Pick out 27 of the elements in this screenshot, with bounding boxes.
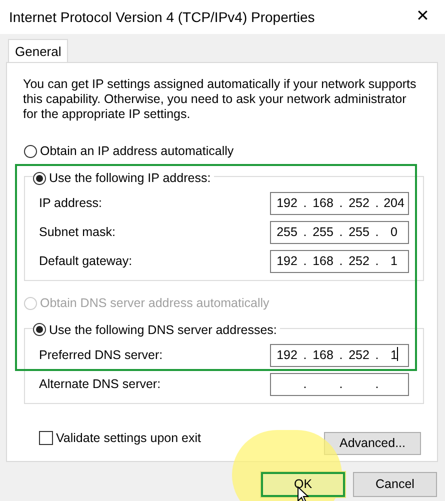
- radio-button[interactable]: [24, 144, 37, 158]
- field-label: Alternate DNS server:: [39, 376, 161, 393]
- mouse-pointer-icon: [297, 486, 309, 501]
- dialog-button[interactable]: OK: [261, 472, 345, 497]
- dialog-button[interactable]: Cancel: [353, 472, 437, 497]
- radio-label: Obtain DNS server address automatically: [40, 294, 270, 312]
- radio-label: Use the following IP address:: [49, 170, 211, 187]
- tab[interactable]: General: [8, 39, 68, 64]
- checkbox[interactable]: [39, 431, 53, 445]
- radio-button[interactable]: [33, 323, 46, 336]
- field-label: Default gateway:: [39, 252, 132, 270]
- radio-label: Obtain an IP address automatically: [40, 143, 234, 160]
- ip-address-field[interactable]: 192 . 168 . 252 . 204: [270, 192, 409, 215]
- field-label: Subnet mask:: [39, 224, 116, 241]
- ip-address-field[interactable]: 192 . 168 . 252 . 1: [270, 250, 409, 273]
- field-label: Preferred DNS server:: [39, 346, 163, 364]
- radio-label: Use the following DNS server addresses:: [49, 322, 277, 339]
- ip-address-field[interactable]: 255 . 255 . 255 . 0: [270, 220, 409, 244]
- radio-button[interactable]: [33, 172, 46, 185]
- window-title: Internet Protocol Version 4 (TCP/IPv4) Properties: [9, 8, 315, 27]
- ip-address-field[interactable]: 192 . 168 . 252 . 1: [270, 344, 409, 366]
- ip-address-field[interactable]: . . .: [270, 372, 409, 396]
- checkbox-label: Validate settings upon exit: [56, 430, 202, 447]
- intro-text: You can get IP settings assigned automatically if your network supports this capability. Otherwise, you need to ask your network administrator for the appropriate IP settings.: [23, 77, 418, 122]
- advanced-button[interactable]: Advanced...: [324, 432, 421, 454]
- close-button[interactable]: ✕: [412, 5, 433, 29]
- field-label: IP address:: [39, 194, 102, 212]
